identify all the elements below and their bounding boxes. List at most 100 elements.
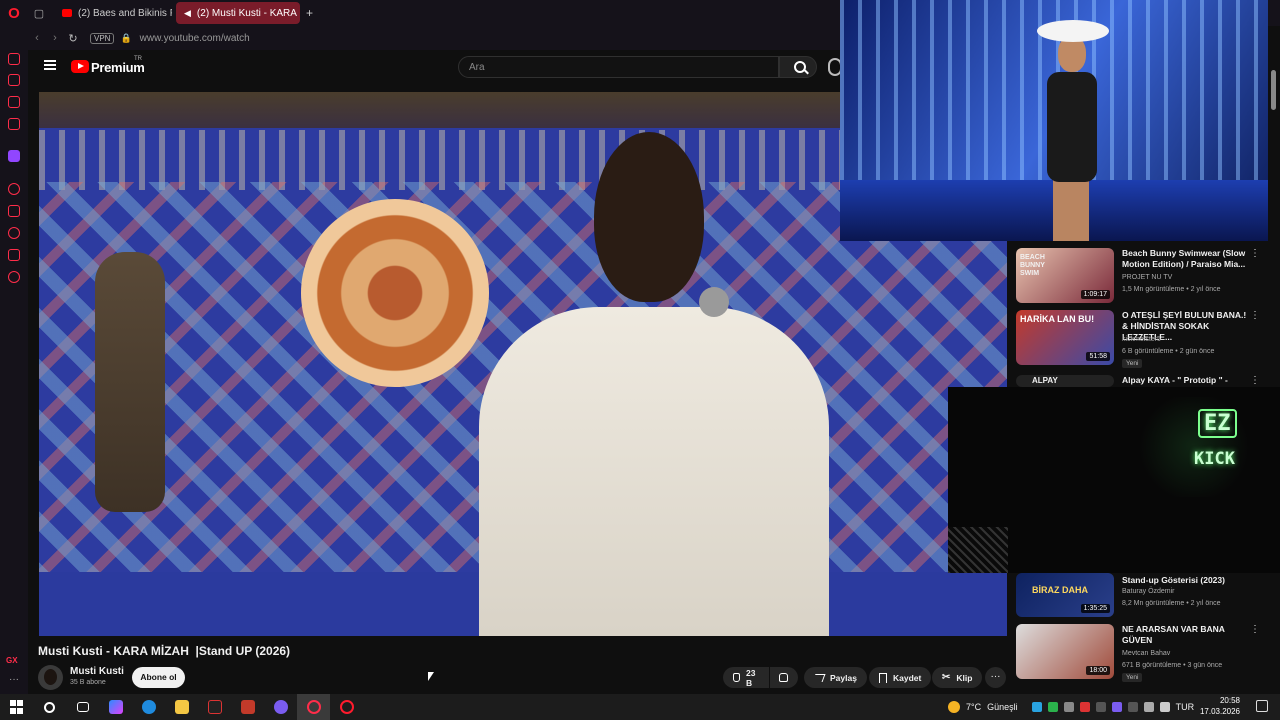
youtube-logo-icon[interactable] xyxy=(71,60,89,73)
save-button[interactable]: Kaydet xyxy=(869,667,932,688)
subscribe-button[interactable]: Abone ol xyxy=(132,667,185,688)
video-thumbnail[interactable]: 18:00 xyxy=(1016,624,1114,679)
menu-icon[interactable] xyxy=(44,60,56,70)
new-tab-button[interactable]: + xyxy=(306,6,313,20)
sidebar-settings-icon[interactable] xyxy=(8,271,20,283)
discord-tray-icon[interactable] xyxy=(1063,702,1074,712)
volume-icon[interactable] xyxy=(1159,702,1170,712)
app-tray-icon[interactable] xyxy=(1079,702,1090,712)
tab-musti-kusti[interactable]: ◀ (2) Musti Kusti - KARA xyxy=(176,2,300,24)
youtube-brand[interactable]: Premium xyxy=(91,60,145,75)
sidebar-twitch-icon[interactable] xyxy=(8,150,20,162)
video-duration: 1:09:17 xyxy=(1080,290,1110,299)
list-item[interactable]: BEACH BUNNY SWIM 1:09:17 Beach Bunny Swi… xyxy=(1016,248,1266,304)
rec-title[interactable]: NE ARARSAN VAR BANA GÜVEN xyxy=(1122,624,1252,646)
video-thumbnail[interactable]: BİRAZ DAHA 1:35:25 xyxy=(1016,573,1114,617)
rec-channel[interactable]: kickmeister5 xyxy=(1122,336,1161,343)
more-actions-button[interactable]: ··· xyxy=(985,667,1006,688)
language-indicator[interactable]: TUR xyxy=(1176,702,1195,712)
taskbar-search-icon[interactable] xyxy=(33,694,66,720)
taskbar-clock[interactable]: 20:58 17.03.2026 xyxy=(1196,695,1240,717)
weather-sun-icon[interactable] xyxy=(948,701,960,713)
sidebar-ai-icon[interactable] xyxy=(8,53,20,65)
start-button[interactable] xyxy=(0,694,33,720)
page-scrollbar[interactable] xyxy=(1270,50,1278,694)
speaker-icon[interactable]: ◀ xyxy=(184,8,191,19)
sidebar-instagram-icon[interactable] xyxy=(8,118,20,130)
rec-meta: 6 B görüntüleme • 2 gün önce xyxy=(1122,348,1215,355)
lock-icon[interactable]: 🔒 xyxy=(120,33,131,44)
rec-channel[interactable]: PROJET NU TV xyxy=(1122,274,1172,281)
tab-manager-icon[interactable]: ▢ xyxy=(28,0,50,26)
steam-tray-icon[interactable] xyxy=(1095,702,1106,712)
list-item[interactable]: 18:00 NE ARARSAN VAR BANA GÜVEN Mevtcan … xyxy=(1016,624,1266,684)
sidebar-history-icon[interactable] xyxy=(8,227,20,239)
rec-more-icon[interactable]: ⋮ xyxy=(1250,375,1260,386)
rec-more-icon[interactable]: ⋮ xyxy=(1250,624,1260,635)
clip-button[interactable]: ✂ Klip xyxy=(932,667,983,688)
tab-baes-and-bikinis[interactable]: (2) Baes and Bikinis Fashio xyxy=(54,2,172,24)
snipping-tool-icon[interactable] xyxy=(198,694,231,720)
video-frame-comedian xyxy=(479,132,829,636)
app2-tray-icon[interactable] xyxy=(1111,702,1122,712)
neon-sign-ez: EZ xyxy=(1198,409,1237,438)
tab-label: (2) Baes and Bikinis Fashio xyxy=(78,7,172,19)
task-view-icon[interactable] xyxy=(66,694,99,720)
network-icon[interactable] xyxy=(1127,702,1138,712)
url-field[interactable]: www.youtube.com/watch xyxy=(140,33,250,44)
reload-icon[interactable]: ↻ xyxy=(64,32,82,45)
weather-label[interactable]: Güneşli xyxy=(987,702,1018,712)
stream-overlay-video[interactable]: EZ KICK xyxy=(948,387,1280,573)
sidebar-more-icon[interactable]: ··· xyxy=(9,674,19,685)
scrollbar-thumb[interactable] xyxy=(1271,70,1276,110)
rec-channel[interactable]: Baturay Özdemir xyxy=(1122,588,1175,595)
opera-icon[interactable] xyxy=(330,694,363,720)
video-title: Musti Kusti - KARA MİZAH |Stand UP (2026… xyxy=(38,644,291,658)
search-input[interactable]: Ara xyxy=(458,56,779,78)
thumbs-down-icon xyxy=(779,673,788,682)
pip-video-player[interactable] xyxy=(840,0,1268,241)
edge-icon[interactable] xyxy=(132,694,165,720)
rec-title[interactable]: Alpay KAYA - " Prototip " - xyxy=(1122,375,1252,386)
back-icon[interactable]: ‹ xyxy=(28,32,46,44)
copilot-icon[interactable] xyxy=(99,694,132,720)
video-thumbnail[interactable]: ALPAY xyxy=(1016,375,1114,387)
search-button[interactable] xyxy=(779,56,817,78)
list-item[interactable]: HARİKA LAN BU! 51:58 O ATEŞLİ ŞEYİ BULUN… xyxy=(1016,310,1266,370)
list-item[interactable]: BİRAZ DAHA 1:35:25 Stand-up Gösterisi (2… xyxy=(1016,573,1266,619)
video-thumbnail[interactable]: BEACH BUNNY SWIM 1:09:17 xyxy=(1016,248,1114,303)
channel-avatar[interactable] xyxy=(38,665,63,690)
sidebar-bookmark-icon[interactable] xyxy=(8,205,20,217)
opera-gx-icon[interactable] xyxy=(297,694,330,720)
weather-temp[interactable]: 7°C xyxy=(966,702,981,712)
region-code: TR xyxy=(134,56,142,62)
nvidia-tray-icon[interactable] xyxy=(1047,702,1058,712)
video-frame-disc xyxy=(301,199,489,387)
telegram-tray-icon[interactable] xyxy=(1031,702,1042,712)
dislike-button[interactable] xyxy=(770,667,798,688)
rec-channel[interactable]: Mevtcan Bahav xyxy=(1122,650,1170,657)
opera-logo-icon[interactable]: O xyxy=(0,0,28,26)
video-thumbnail[interactable]: HARİKA LAN BU! 51:58 xyxy=(1016,310,1114,365)
sidebar-extensions-icon[interactable] xyxy=(8,249,20,261)
mic-tray-icon[interactable] xyxy=(1143,702,1154,712)
sidebar-messenger-icon[interactable] xyxy=(8,96,20,108)
voice-meeter-icon[interactable] xyxy=(231,694,264,720)
sidebar-bag-icon[interactable] xyxy=(8,74,20,86)
rec-title[interactable]: Stand-up Gösterisi (2023) xyxy=(1122,575,1252,586)
mouse-cursor-icon xyxy=(428,672,434,681)
rec-more-icon[interactable]: ⋮ xyxy=(1250,310,1260,321)
rec-title[interactable]: Beach Bunny Swimwear (Slow Motion Editio… xyxy=(1122,248,1252,270)
forward-icon[interactable]: › xyxy=(46,32,64,44)
rec-more-icon[interactable]: ⋮ xyxy=(1250,248,1260,259)
vpn-badge[interactable]: VPN xyxy=(90,32,115,44)
discord-icon[interactable] xyxy=(264,694,297,720)
file-explorer-icon[interactable] xyxy=(165,694,198,720)
like-button[interactable]: 23 B xyxy=(723,667,769,688)
thumbs-up-icon xyxy=(733,673,741,682)
share-button[interactable]: Paylaş xyxy=(804,667,867,688)
channel-name[interactable]: Musti Kusti xyxy=(70,666,124,677)
sidebar-player-icon[interactable] xyxy=(8,183,20,195)
sidebar-gx-label[interactable]: GX xyxy=(6,656,18,665)
notification-icon[interactable] xyxy=(1256,700,1268,712)
